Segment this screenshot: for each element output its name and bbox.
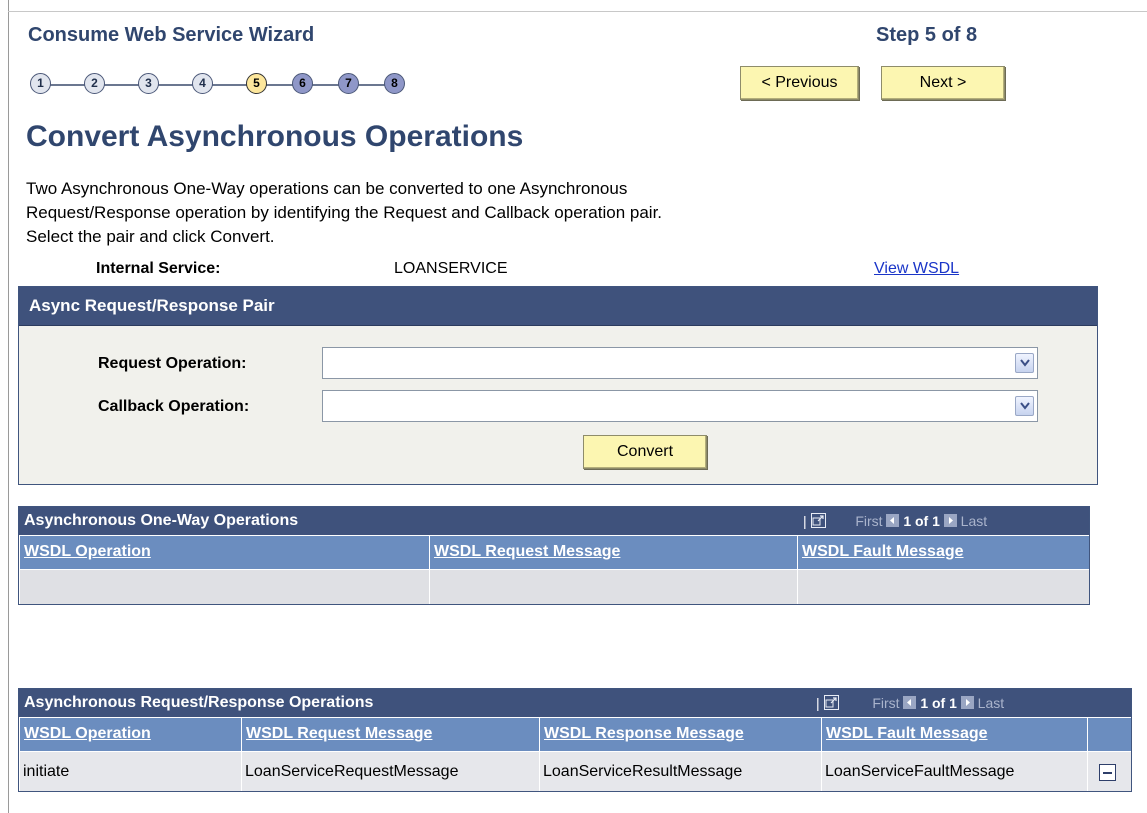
- cell-wsdl-operation: [19, 569, 429, 604]
- callback-operation-select[interactable]: [322, 390, 1038, 422]
- column-header-wsdl-response-message[interactable]: WSDL Response Message: [539, 717, 821, 751]
- top-border-line: [8, 11, 1147, 12]
- previous-arrow-icon[interactable]: [903, 696, 917, 709]
- left-border-line: [8, 0, 9, 813]
- step-4[interactable]: 4: [192, 73, 213, 94]
- page-count: 1 of 1: [903, 513, 940, 529]
- zoom-icon[interactable]: [823, 695, 839, 710]
- column-header-wsdl-operation[interactable]: WSDL Operation: [19, 717, 241, 751]
- column-header-wsdl-fault-message[interactable]: WSDL Fault Message: [821, 717, 1087, 751]
- last-link[interactable]: Last: [978, 695, 1004, 711]
- view-wsdl-link[interactable]: View WSDL: [874, 260, 959, 278]
- step-3[interactable]: 3: [138, 73, 159, 94]
- step-6[interactable]: 6: [292, 73, 313, 94]
- internal-service-label: Internal Service:: [96, 260, 221, 277]
- last-link[interactable]: Last: [961, 513, 987, 529]
- column-header-wsdl-fault-message[interactable]: WSDL Fault Message: [797, 535, 1089, 569]
- cell-wsdl-response-message: LoanServiceResultMessage: [539, 751, 821, 791]
- reqresp-operations-grid: Asynchronous Request/Response Operations…: [18, 688, 1132, 792]
- oneway-grid-nav: | First 1 of 1 Last: [803, 513, 988, 529]
- page-description: Two Asynchronous One-Way operations can …: [26, 177, 846, 249]
- request-operation-select[interactable]: [322, 347, 1038, 379]
- page-count: 1 of 1: [920, 695, 957, 711]
- cell-wsdl-fault-message: [797, 569, 1089, 604]
- oneway-grid-column-headers: WSDL Operation WSDL Request Message WSDL…: [19, 535, 1089, 569]
- wizard-title: Consume Web Service Wizard: [28, 24, 315, 46]
- step-8[interactable]: 8: [384, 73, 405, 94]
- chevron-down-icon[interactable]: [1015, 396, 1034, 416]
- description-line-2: Request/Response operation by identifyin…: [26, 203, 663, 222]
- internal-service-value: LOANSERVICE: [394, 260, 508, 277]
- request-operation-label: Request Operation:: [98, 355, 247, 372]
- next-button[interactable]: Next >: [881, 66, 1005, 100]
- previous-button[interactable]: < Previous: [740, 66, 859, 100]
- reqresp-grid-column-headers: WSDL Operation WSDL Request Message WSDL…: [19, 717, 1131, 751]
- step-5-current[interactable]: 5: [246, 73, 267, 94]
- zoom-icon[interactable]: [810, 513, 826, 528]
- cell-row-actions: [1087, 751, 1131, 791]
- wizard-step-indicator: Step 5 of 8: [876, 24, 978, 46]
- column-header-actions: [1087, 717, 1131, 751]
- table-row: initiate LoanServiceRequestMessage LoanS…: [19, 751, 1131, 791]
- cell-wsdl-fault-message: LoanServiceFaultMessage: [821, 751, 1087, 791]
- callback-operation-label: Callback Operation:: [98, 398, 250, 415]
- chevron-down-icon[interactable]: [1015, 353, 1034, 373]
- table-row: [19, 569, 1089, 604]
- page-title: Convert Asynchronous Operations: [26, 120, 524, 153]
- next-arrow-icon[interactable]: [960, 696, 974, 709]
- description-line-1: Two Asynchronous One-Way operations can …: [26, 179, 628, 198]
- column-header-wsdl-request-message[interactable]: WSDL Request Message: [241, 717, 539, 751]
- delete-row-icon[interactable]: [1099, 764, 1116, 781]
- cell-wsdl-request-message: [429, 569, 797, 604]
- cell-wsdl-operation: initiate: [19, 751, 241, 791]
- column-header-wsdl-operation[interactable]: WSDL Operation: [19, 535, 429, 569]
- async-pair-section: Async Request/Response Pair Request Oper…: [18, 286, 1098, 485]
- step-2[interactable]: 2: [84, 73, 105, 94]
- previous-arrow-icon[interactable]: [886, 514, 900, 527]
- column-header-wsdl-request-message[interactable]: WSDL Request Message: [429, 535, 797, 569]
- description-line-3: Select the pair and click Convert.: [26, 227, 275, 246]
- step-7[interactable]: 7: [338, 73, 359, 94]
- first-link[interactable]: First: [872, 695, 899, 711]
- first-link[interactable]: First: [855, 513, 882, 529]
- cell-wsdl-request-message: LoanServiceRequestMessage: [241, 751, 539, 791]
- async-pair-header: Async Request/Response Pair: [19, 287, 1097, 326]
- next-arrow-icon[interactable]: [943, 514, 957, 527]
- oneway-operations-grid: Asynchronous One-Way Operations | First …: [18, 506, 1090, 605]
- convert-button[interactable]: Convert: [583, 435, 707, 469]
- reqresp-grid-nav: | First 1 of 1 Last: [816, 695, 1005, 711]
- step-1[interactable]: 1: [30, 73, 51, 94]
